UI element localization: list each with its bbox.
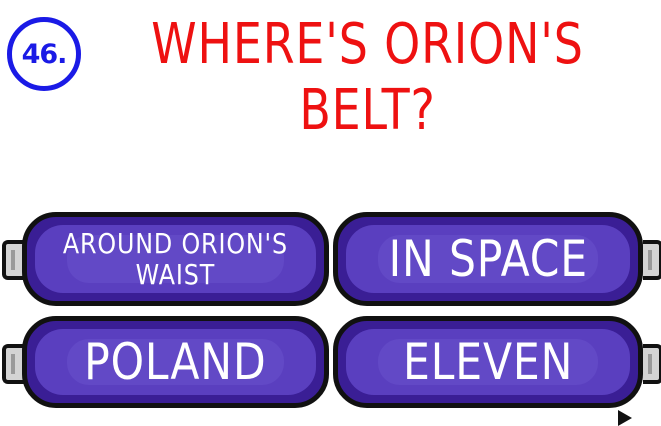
answer-button-in-space[interactable]: IN SPACE [333, 212, 643, 306]
button-connector-right-bottom [643, 344, 661, 384]
button-connector-right-top [643, 240, 661, 280]
level-number-badge: 46. [7, 17, 81, 91]
answer-label: POLAND [84, 333, 267, 391]
question-line-2: BELT? [299, 78, 436, 143]
level-number: 46. [21, 38, 68, 70]
button-connector-left-bottom [2, 344, 24, 384]
question-title: WHERE'S ORION'S BELT? [140, 12, 595, 144]
answer-button-eleven[interactable]: ELEVEN [333, 316, 643, 408]
button-connector-left-top [2, 240, 24, 280]
question-line-1: WHERE'S ORION'S [151, 12, 584, 77]
arrow-icon [618, 410, 632, 426]
answer-label: IN SPACE [388, 230, 588, 288]
answer-label: ELEVEN [402, 333, 574, 391]
answer-button-poland[interactable]: POLAND [22, 316, 329, 408]
answer-label: AROUND ORION'S WAIST [62, 227, 289, 291]
answer-button-around-orions-waist[interactable]: AROUND ORION'S WAIST [22, 212, 329, 306]
